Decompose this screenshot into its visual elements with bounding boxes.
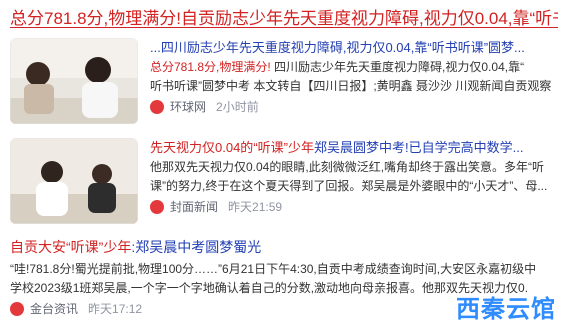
- result-source[interactable]: 封面新闻: [170, 198, 218, 215]
- result-source-row: 封面新闻 昨天21:59: [150, 198, 558, 215]
- result-time: 昨天17:12: [88, 302, 143, 316]
- result-source[interactable]: 金台资讯: [30, 300, 78, 317]
- result-thumbnail[interactable]: [10, 38, 138, 124]
- headline-title[interactable]: 总分781.8分,物理满分!自贡励志少年先天重度视力障碍,视力仅0.04,靠“听…: [10, 6, 558, 32]
- result-item[interactable]: ...四川励志少年先天重度视力障碍,视力仅0.04,靠“听书听课”圆梦... 总…: [10, 38, 558, 124]
- result-source[interactable]: 环球网: [170, 98, 206, 115]
- result-title[interactable]: 先天视力仅0.04的“听课”少年郑吴晨圆梦中考!已自学完高中数学...: [150, 138, 558, 158]
- watermark-logo: 西秦云馆: [456, 294, 556, 323]
- source-logo-icon: [150, 199, 164, 214]
- globe-icon: [150, 99, 164, 114]
- result-description: 他那双先天视力仅0.04的眼睛,此刻微微泛红,嘴角却终于露出笑意。多年“听 课”…: [150, 160, 548, 193]
- result-title-link[interactable]: ...四川励志少年先天重度视力障碍,视力仅0.04,靠“听书听课”圆梦...: [150, 38, 558, 58]
- result-description: 总分781.8分,物理满分! 四川励志少年先天重度视力障碍,视力仅0.04,靠“…: [150, 60, 552, 93]
- result-item[interactable]: 先天视力仅0.04的“听课”少年郑吴晨圆梦中考!已自学完高中数学... 他那双先…: [10, 138, 558, 224]
- result-time: 昨天21:59: [228, 200, 283, 214]
- result-title[interactable]: 自贡大安“听课”少年:郑吴晨中考圆梦蜀光: [10, 236, 558, 258]
- result-thumbnail[interactable]: [10, 138, 138, 224]
- result-source-row: 环球网 2小时前: [150, 98, 558, 115]
- source-logo-icon: [10, 301, 24, 316]
- result-time: 2小时前: [216, 100, 259, 114]
